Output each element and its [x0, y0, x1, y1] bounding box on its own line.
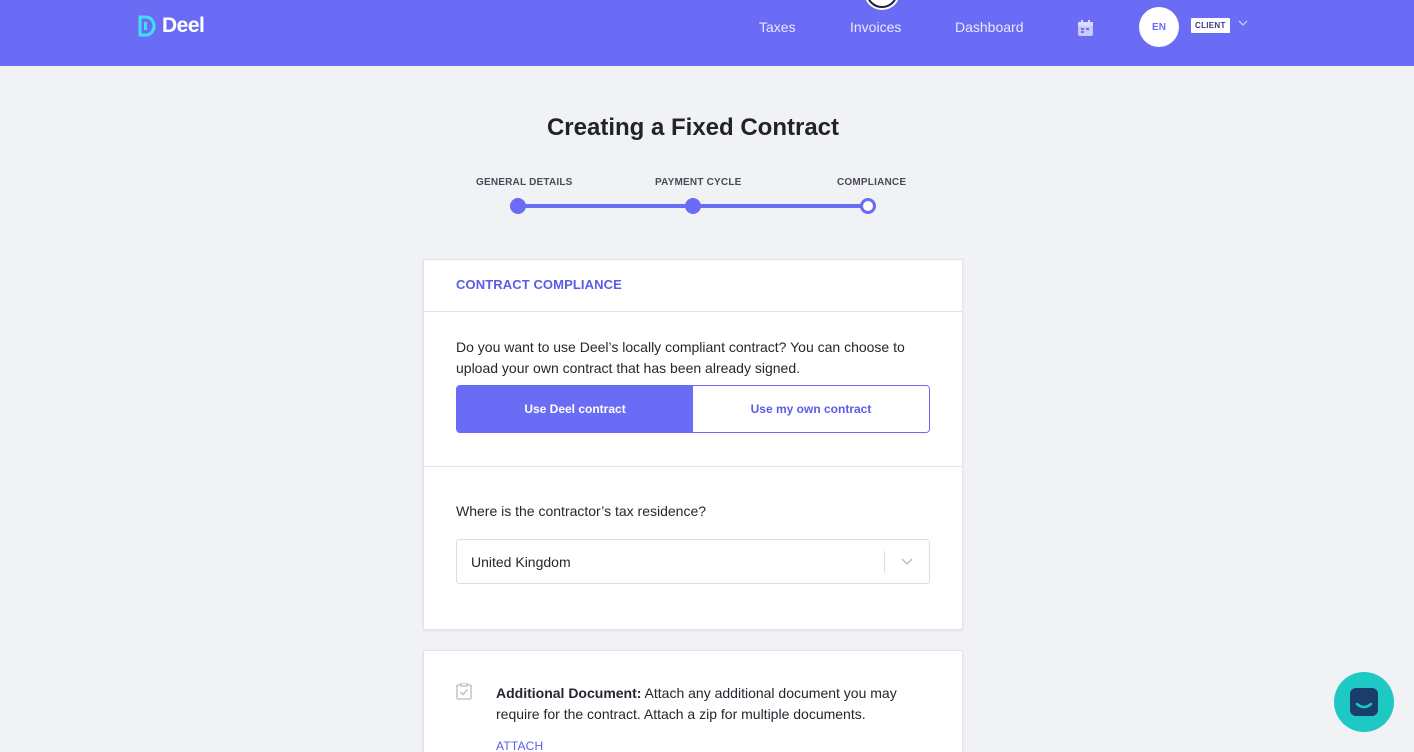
- contract-choice-question: Do you want to use Deel’s locally compli…: [456, 339, 905, 376]
- additional-document-text: Additional Document: Attach any addition…: [496, 683, 936, 725]
- language-avatar[interactable]: EN: [1139, 7, 1179, 47]
- step-dot-payment-cycle[interactable]: [685, 198, 701, 214]
- page-title: Creating a Fixed Contract: [546, 114, 840, 141]
- card-header: CONTRACT COMPLIANCE: [424, 260, 962, 312]
- progress-stepper: GENERAL DETAILS PAYMENT CYCLE COMPLIANCE: [470, 174, 910, 224]
- calendar-icon[interactable]: [1077, 20, 1094, 37]
- role-badge: CLIENT: [1191, 18, 1230, 33]
- contract-choice-section: Do you want to use Deel’s locally compli…: [424, 312, 962, 467]
- tax-residence-value: United Kingdom: [471, 553, 571, 570]
- brand-name: Deel: [162, 14, 205, 37]
- step-label-payment-cycle: PAYMENT CYCLE: [655, 177, 742, 188]
- step-label-general-details: GENERAL DETAILS: [476, 177, 573, 188]
- step-label-compliance: COMPLIANCE: [837, 177, 907, 188]
- document-check-icon: [456, 683, 472, 700]
- additional-document-card: Additional Document: Attach any addition…: [423, 650, 963, 752]
- attach-link[interactable]: ATTACH: [496, 739, 543, 752]
- deel-logo-icon: [138, 15, 156, 37]
- step-dot-general-details[interactable]: [510, 198, 526, 214]
- step-dot-compliance: [860, 198, 876, 214]
- nav-link-taxes[interactable]: Taxes: [759, 19, 796, 35]
- tax-residence-question: Where is the contractor’s tax residence?: [456, 503, 707, 519]
- additional-document-title: Additional Document:: [496, 685, 642, 701]
- chevron-down-icon[interactable]: [1238, 20, 1248, 27]
- cursor-ring: [866, 0, 898, 8]
- chevron-down-icon: [901, 558, 913, 565]
- nav-link-invoices[interactable]: Invoices: [850, 19, 901, 35]
- tax-residence-select[interactable]: United Kingdom: [456, 539, 930, 584]
- use-own-contract-button[interactable]: Use my own contract: [693, 386, 929, 432]
- select-separator: [884, 551, 885, 573]
- use-deel-contract-button[interactable]: Use Deel contract: [457, 386, 693, 432]
- contract-compliance-card: CONTRACT COMPLIANCE Do you want to use D…: [423, 259, 963, 630]
- chat-button[interactable]: [1334, 672, 1394, 732]
- nav-link-dashboard[interactable]: Dashboard: [955, 19, 1024, 35]
- deel-logo[interactable]: Deel: [138, 14, 205, 38]
- top-navigation-bar: Deel Taxes Invoices Dashboard EN CLIENT: [0, 0, 1414, 66]
- tax-residence-section: Where is the contractor’s tax residence?…: [424, 467, 962, 584]
- chat-icon: [1350, 688, 1378, 716]
- contract-type-toggle: Use Deel contract Use my own contract: [456, 385, 930, 433]
